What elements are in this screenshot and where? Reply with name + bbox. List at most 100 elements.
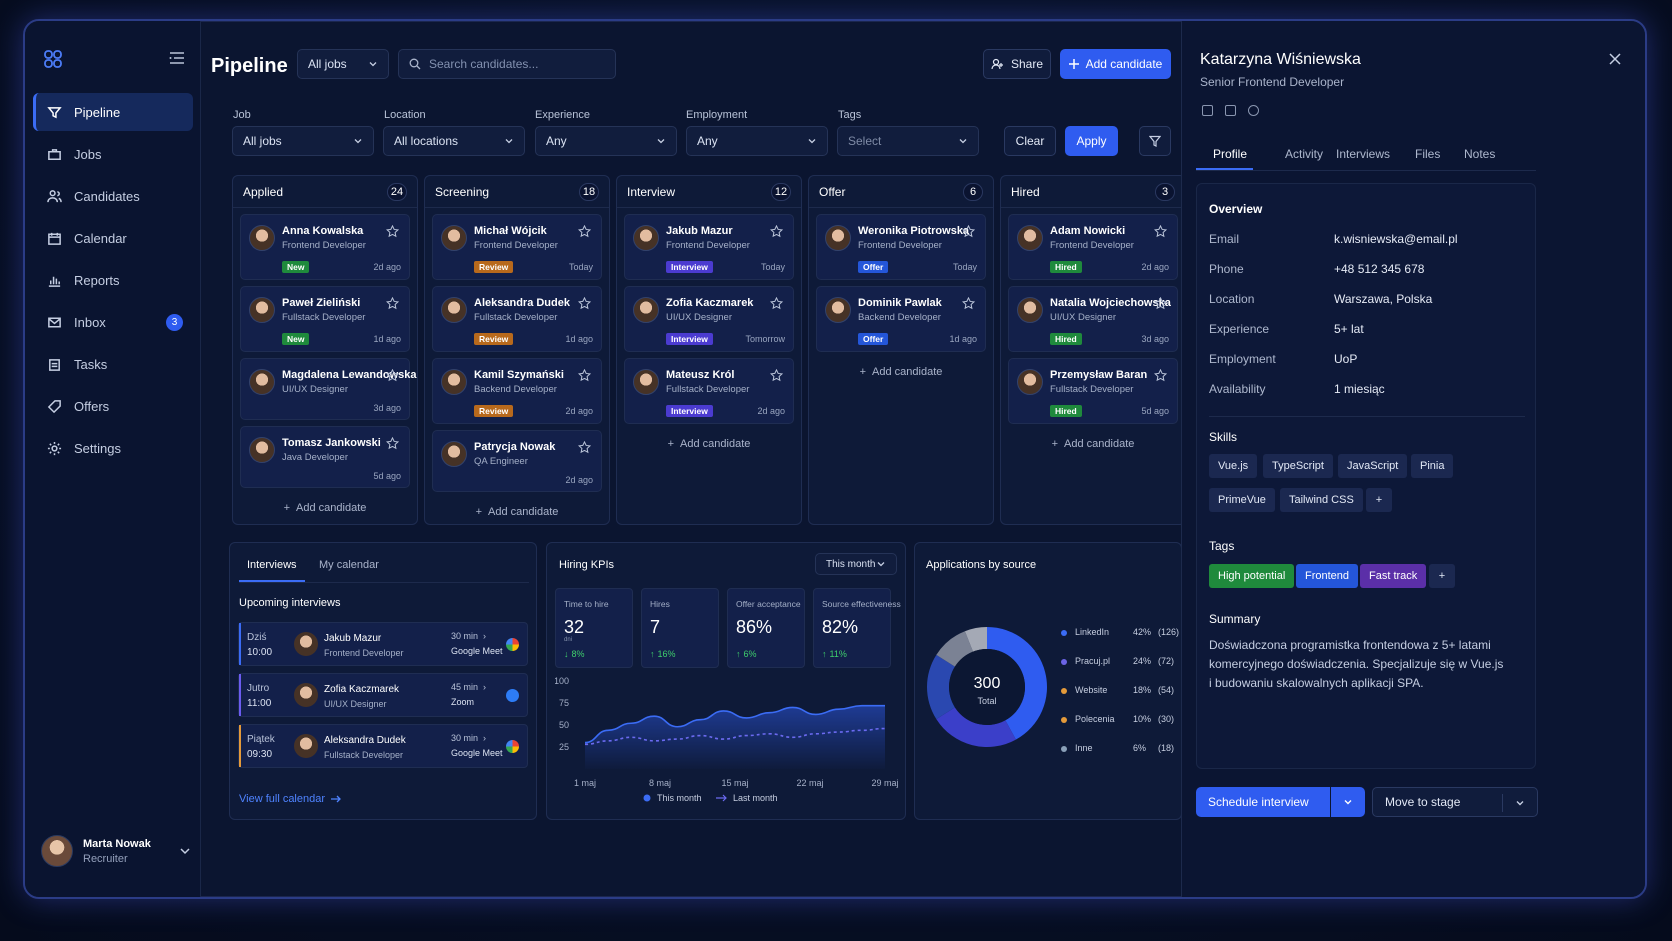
filter-job-value: All jobs bbox=[243, 134, 282, 148]
star-icon[interactable] bbox=[1154, 297, 1167, 310]
sidebar-item-reports[interactable]: Reports bbox=[33, 261, 193, 299]
filter-job-select[interactable]: All jobs bbox=[232, 126, 374, 156]
sidebar-item-jobs[interactable]: Jobs bbox=[33, 135, 193, 173]
user-profile[interactable]: Marta Nowak Recruiter bbox=[41, 835, 191, 867]
candidate-card[interactable]: Aleksandra Dudek Fullstack Developer Revie… bbox=[432, 286, 602, 352]
jobs-select[interactable]: All jobs bbox=[297, 49, 389, 79]
copy-icon[interactable] bbox=[1225, 105, 1236, 116]
apply-button[interactable]: Apply bbox=[1065, 126, 1118, 156]
schedule-interview-button[interactable]: Schedule interview bbox=[1196, 787, 1330, 817]
period-select[interactable]: This month bbox=[815, 553, 897, 575]
share-button[interactable]: Share bbox=[983, 49, 1051, 79]
star-icon[interactable] bbox=[578, 297, 591, 310]
chevron-down-icon[interactable] bbox=[179, 845, 191, 857]
close-icon[interactable] bbox=[1609, 53, 1621, 65]
add-skill-button[interactable]: + bbox=[1366, 488, 1392, 512]
candidate-card[interactable]: Adam Nowicki Frontend Developer Hired 2d ag… bbox=[1008, 214, 1178, 280]
interview-row[interactable]: Dziś 10:00 Jakub Mazur Frontend Developer 30… bbox=[238, 622, 528, 666]
candidate-tag[interactable]: Frontend bbox=[1296, 564, 1359, 588]
interview-row[interactable]: Jutro 11:00 Zofia Kaczmarek UI/UX Designer 4… bbox=[238, 673, 528, 717]
star-icon[interactable] bbox=[578, 369, 591, 382]
interview-row[interactable]: Piątek 09:30 Aleksandra Dudek Fullstack Dev… bbox=[238, 724, 528, 768]
tab-interviews[interactable]: Interviews bbox=[1336, 147, 1390, 161]
skill-chip[interactable]: Tailwind CSS bbox=[1280, 488, 1363, 512]
candidate-tag[interactable]: Fast track bbox=[1360, 564, 1427, 588]
move-to-stage-button[interactable]: Move to stage bbox=[1372, 787, 1538, 817]
candidate-card[interactable]: Michał Wójcik Frontend Developer Review Tod… bbox=[432, 214, 602, 280]
star-icon[interactable] bbox=[770, 369, 783, 382]
filter-experience-select[interactable]: Any bbox=[535, 126, 677, 156]
star-icon[interactable] bbox=[578, 225, 591, 238]
add-candidate-link[interactable]: + Add candidate bbox=[809, 366, 993, 378]
logo-icon[interactable] bbox=[43, 49, 63, 69]
add-candidate-link[interactable]: + Add candidate bbox=[425, 506, 609, 518]
clear-button[interactable]: Clear bbox=[1004, 126, 1056, 156]
filter-location-select[interactable]: All locations bbox=[383, 126, 525, 156]
tab-files[interactable]: Files bbox=[1415, 147, 1440, 161]
candidate-card[interactable]: Tomasz Jankowski Java Developer 5d ago bbox=[240, 426, 410, 488]
candidate-card[interactable]: Jakub Mazur Frontend Developer Interview To… bbox=[624, 214, 794, 280]
star-icon[interactable] bbox=[386, 225, 399, 238]
candidate-card[interactable]: Magdalena Lewandowska UI/UX Designer 3d ag… bbox=[240, 358, 416, 420]
star-icon[interactable] bbox=[770, 297, 783, 310]
advanced-filter-button[interactable] bbox=[1139, 126, 1171, 156]
star-icon[interactable] bbox=[386, 297, 399, 310]
candidate-card[interactable]: Anna Kowalska Frontend Developer New 2d ago bbox=[240, 214, 410, 280]
filter-employment-select[interactable]: Any bbox=[686, 126, 828, 156]
tab-profile[interactable]: Profile bbox=[1213, 147, 1247, 161]
add-candidate-link[interactable]: + Add candidate bbox=[233, 502, 417, 514]
candidate-card[interactable]: Patrycja Nowak QA Engineer 2d ago bbox=[432, 430, 602, 492]
tab-notes[interactable]: Notes bbox=[1464, 147, 1495, 161]
skill-chip[interactable]: JavaScript bbox=[1338, 454, 1408, 478]
sidebar-item-inbox[interactable]: Inbox 3 bbox=[33, 303, 193, 341]
filter-icon bbox=[1149, 135, 1161, 147]
candidate-card[interactable]: Natalia Wojciechowska UI/UX Designer Hired… bbox=[1008, 286, 1178, 352]
star-icon[interactable] bbox=[962, 297, 975, 310]
candidate-card[interactable]: Paweł Zieliński Fullstack Developer New 1d … bbox=[240, 286, 410, 352]
menu-toggle-icon[interactable] bbox=[169, 51, 185, 65]
add-candidate-link[interactable]: + Add candidate bbox=[617, 438, 801, 450]
sidebar-item-candidates[interactable]: Candidates bbox=[33, 177, 193, 215]
star-icon[interactable] bbox=[1154, 225, 1167, 238]
candidate-card[interactable]: Przemysław Baran Fullstack Developer Hired… bbox=[1008, 358, 1178, 424]
add-candidate-label: Add candidate bbox=[1085, 57, 1163, 71]
candidate-tag[interactable]: High potential bbox=[1209, 564, 1295, 588]
add-tag-button[interactable]: + bbox=[1429, 564, 1455, 588]
candidate-name: Aleksandra Dudek bbox=[324, 735, 406, 746]
star-icon[interactable] bbox=[386, 437, 399, 450]
view-full-calendar-link[interactable]: View full calendar bbox=[239, 793, 342, 805]
candidate-name: Patrycja Nowak bbox=[474, 441, 556, 453]
skill-chip[interactable]: Pinia bbox=[1411, 454, 1454, 478]
star-icon[interactable] bbox=[962, 225, 975, 238]
legend-item: Polecenia 10% (30) bbox=[1061, 714, 1179, 728]
candidate-card[interactable]: Kamil Szymański Backend Developer Review 2d… bbox=[432, 358, 602, 424]
candidate-card[interactable]: Mateusz Król Fullstack Developer Interview… bbox=[624, 358, 794, 424]
sidebar-item-pipeline[interactable]: Pipeline bbox=[33, 93, 193, 131]
candidate-card[interactable]: Weronika Piotrowska Frontend Developer Off… bbox=[816, 214, 986, 280]
star-icon[interactable] bbox=[1154, 369, 1167, 382]
filter-tags-select[interactable]: Select bbox=[837, 126, 979, 156]
plus-icon: + bbox=[667, 438, 675, 450]
sidebar-item-offers[interactable]: Offers bbox=[33, 387, 193, 425]
add-candidate-link[interactable]: + Add candidate bbox=[1001, 438, 1185, 450]
skill-chip[interactable]: PrimeVue bbox=[1209, 488, 1275, 512]
tab-my-calendar[interactable]: My calendar bbox=[319, 559, 379, 571]
info-icon[interactable] bbox=[1248, 105, 1259, 116]
search-input[interactable]: Search candidates... bbox=[398, 49, 616, 79]
skill-chip[interactable]: TypeScript bbox=[1263, 454, 1333, 478]
sidebar-item-calendar[interactable]: Calendar bbox=[33, 219, 193, 257]
add-candidate-button[interactable]: Add candidate bbox=[1060, 49, 1171, 79]
schedule-options-button[interactable] bbox=[1331, 787, 1365, 817]
star-icon[interactable] bbox=[770, 225, 783, 238]
share-icon[interactable] bbox=[1202, 105, 1213, 116]
star-icon[interactable] bbox=[386, 369, 399, 382]
clipboard-icon bbox=[49, 358, 60, 371]
sidebar-item-settings[interactable]: Settings bbox=[33, 429, 193, 467]
candidate-card[interactable]: Zofia Kaczmarek UI/UX Designer Interview To… bbox=[624, 286, 794, 352]
sidebar-item-tasks[interactable]: Tasks bbox=[33, 345, 193, 383]
candidate-card[interactable]: Dominik Pawlak Backend Developer Offer 1d a… bbox=[816, 286, 986, 352]
star-icon[interactable] bbox=[578, 441, 591, 454]
skill-chip[interactable]: Vue.js bbox=[1209, 454, 1258, 478]
tab-interviews[interactable]: Interviews bbox=[247, 559, 297, 571]
tab-activity[interactable]: Activity bbox=[1285, 147, 1323, 161]
